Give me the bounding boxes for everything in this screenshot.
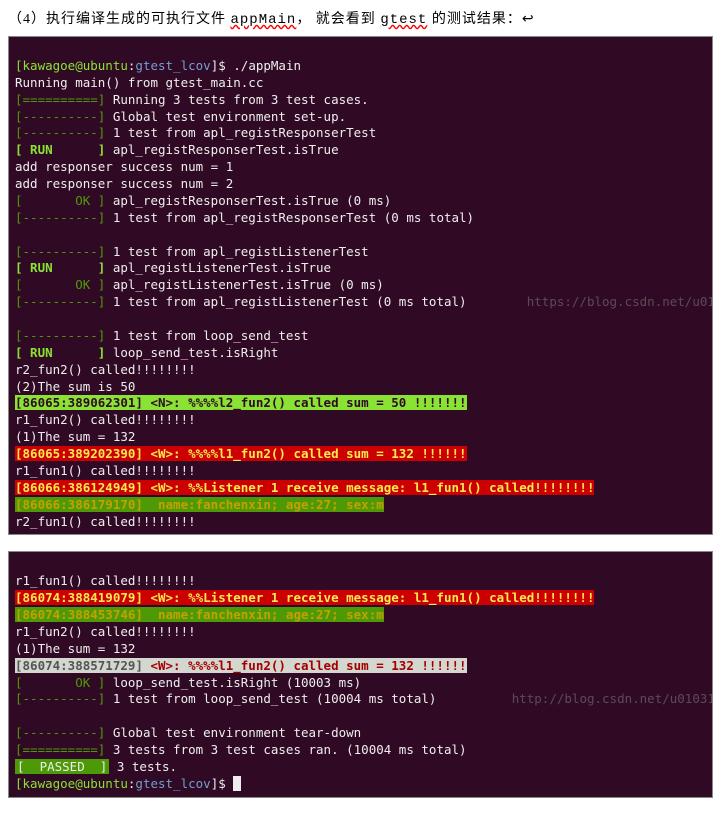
out-line: r2_fun2() called!!!!!!!! bbox=[15, 362, 196, 377]
prompt-path: gtest_lcov bbox=[135, 58, 210, 73]
gtest-sep: [==========] bbox=[15, 742, 105, 757]
gtest-sep: [----------] bbox=[15, 294, 105, 309]
out-line: 3 tests from 3 test cases ran. (10004 ms… bbox=[105, 742, 466, 757]
prompt-1: [kawagoe@ubuntu:gtest_lcov]$ ./appMain bbox=[15, 58, 301, 73]
gtest-sep: [----------] bbox=[15, 328, 105, 343]
watermark: https://blog.csdn.net/u010312436 bbox=[467, 294, 713, 309]
out-line: 1 test from loop_send_test (10004 ms tot… bbox=[105, 691, 436, 706]
intro-t3: 的测试结果：↩ bbox=[427, 12, 534, 27]
out-line: apl_registResponserTest.isTrue bbox=[105, 142, 338, 157]
out-line: 1 test from apl_registResponserTest (0 m… bbox=[105, 210, 474, 225]
terminal-2: r1_fun1() called!!!!!!!! [86074:38841907… bbox=[8, 551, 713, 797]
out-line: r1_fun2() called!!!!!!!! bbox=[15, 624, 196, 639]
watermark: http://blog.csdn.net/u010312436 bbox=[436, 691, 713, 706]
log-warn: [86074:388419079] <W>: %%Listener 1 rece… bbox=[15, 590, 594, 605]
gtest-ok: [ OK ] bbox=[15, 277, 105, 292]
log-msg: <W>: %%%%l1_fun2() called sum = 132 !!!!… bbox=[143, 658, 467, 673]
out-line: add responser success num = 2 bbox=[15, 176, 233, 191]
out-line: add responser success num = 1 bbox=[15, 159, 233, 174]
gtest-sep: [==========] bbox=[15, 92, 105, 107]
prompt-end: ]$ bbox=[211, 58, 234, 73]
prompt-cmd: ./appMain bbox=[233, 58, 301, 73]
out-line: r1_fun2() called!!!!!!!! bbox=[15, 412, 196, 427]
out-line: apl_registListenerTest.isTrue (0 ms) bbox=[105, 277, 383, 292]
out-line: Global test environment tear-down bbox=[105, 725, 361, 740]
intro-num: （4） bbox=[8, 12, 46, 27]
log-warn: [86065:389202390] <W>: %%%%l1_fun2() cal… bbox=[15, 446, 467, 461]
intro-text: （4）执行编译生成的可执行文件 appMain， 就会看到 gtest 的测试结… bbox=[8, 8, 713, 28]
out-line: r1_fun1() called!!!!!!!! bbox=[15, 463, 196, 478]
out-line: 1 test from apl_registResponserTest bbox=[105, 125, 376, 140]
out-line: 1 test from loop_send_test bbox=[105, 328, 308, 343]
gtest-sep: [----------] bbox=[15, 109, 105, 124]
log-warn: [86066:386124949] <W>: %%Listener 1 rece… bbox=[15, 480, 594, 495]
gtest-run: [ RUN ] bbox=[15, 345, 105, 360]
out-line: Running 3 tests from 3 test cases. bbox=[105, 92, 368, 107]
out-line: loop_send_test.isRight bbox=[105, 345, 278, 360]
out-line: r2_fun1() called!!!!!!!! bbox=[15, 514, 196, 529]
out-line: (1)The sum = 132 bbox=[15, 429, 135, 444]
gtest-ok: [ OK ] bbox=[15, 675, 105, 690]
out-line: Global test environment set-up. bbox=[105, 109, 346, 124]
log-notice: [86065:389062301] <N>: %%%%l2_fun2() cal… bbox=[15, 395, 467, 410]
intro-t2: ， 就会看到 bbox=[296, 12, 380, 27]
out-line: (2)The sum is 50 bbox=[15, 379, 135, 394]
log-ts: [86074:388571729] bbox=[15, 658, 143, 673]
prompt-user: [kawagoe@ubuntu bbox=[15, 58, 128, 73]
log-info: [86066:386179170] name:fanchenxin; age:2… bbox=[15, 497, 384, 512]
log-warn-grey: [86074:388571729] <W>: %%%%l1_fun2() cal… bbox=[15, 658, 467, 673]
intro-t1: 执行编译生成的可执行文件 bbox=[46, 12, 231, 27]
log-info: [86074:388453746] name:fanchenxin; age:2… bbox=[15, 607, 384, 622]
gtest-ok: [ OK ] bbox=[15, 193, 105, 208]
gtest-sep: [----------] bbox=[15, 210, 105, 225]
intro-gtest: gtest bbox=[380, 12, 427, 28]
gtest-sep: [----------] bbox=[15, 691, 105, 706]
out-line: (1)The sum = 132 bbox=[15, 641, 135, 656]
out-line: apl_registResponserTest.isTrue (0 ms) bbox=[105, 193, 391, 208]
out-line: apl_registListenerTest.isTrue bbox=[105, 260, 331, 275]
terminal-1: [kawagoe@ubuntu:gtest_lcov]$ ./appMain R… bbox=[8, 36, 713, 535]
gtest-run: [ RUN ] bbox=[15, 142, 105, 157]
gtest-sep: [----------] bbox=[15, 244, 105, 259]
out-line: 3 tests. bbox=[109, 759, 177, 774]
out-line: loop_send_test.isRight (10003 ms) bbox=[105, 675, 361, 690]
out-line: r1_fun1() called!!!!!!!! bbox=[15, 573, 196, 588]
out-line: 1 test from apl_registListenerTest (0 ms… bbox=[105, 294, 466, 309]
gtest-run: [ RUN ] bbox=[15, 260, 105, 275]
intro-appmain: appMain bbox=[231, 12, 297, 28]
out-line: Running main() from gtest_main.cc bbox=[15, 75, 263, 90]
gtest-sep: [----------] bbox=[15, 725, 105, 740]
out-line: 1 test from apl_registListenerTest bbox=[105, 244, 368, 259]
gtest-sep: [----------] bbox=[15, 125, 105, 140]
gtest-passed: [ PASSED ] bbox=[15, 759, 109, 774]
